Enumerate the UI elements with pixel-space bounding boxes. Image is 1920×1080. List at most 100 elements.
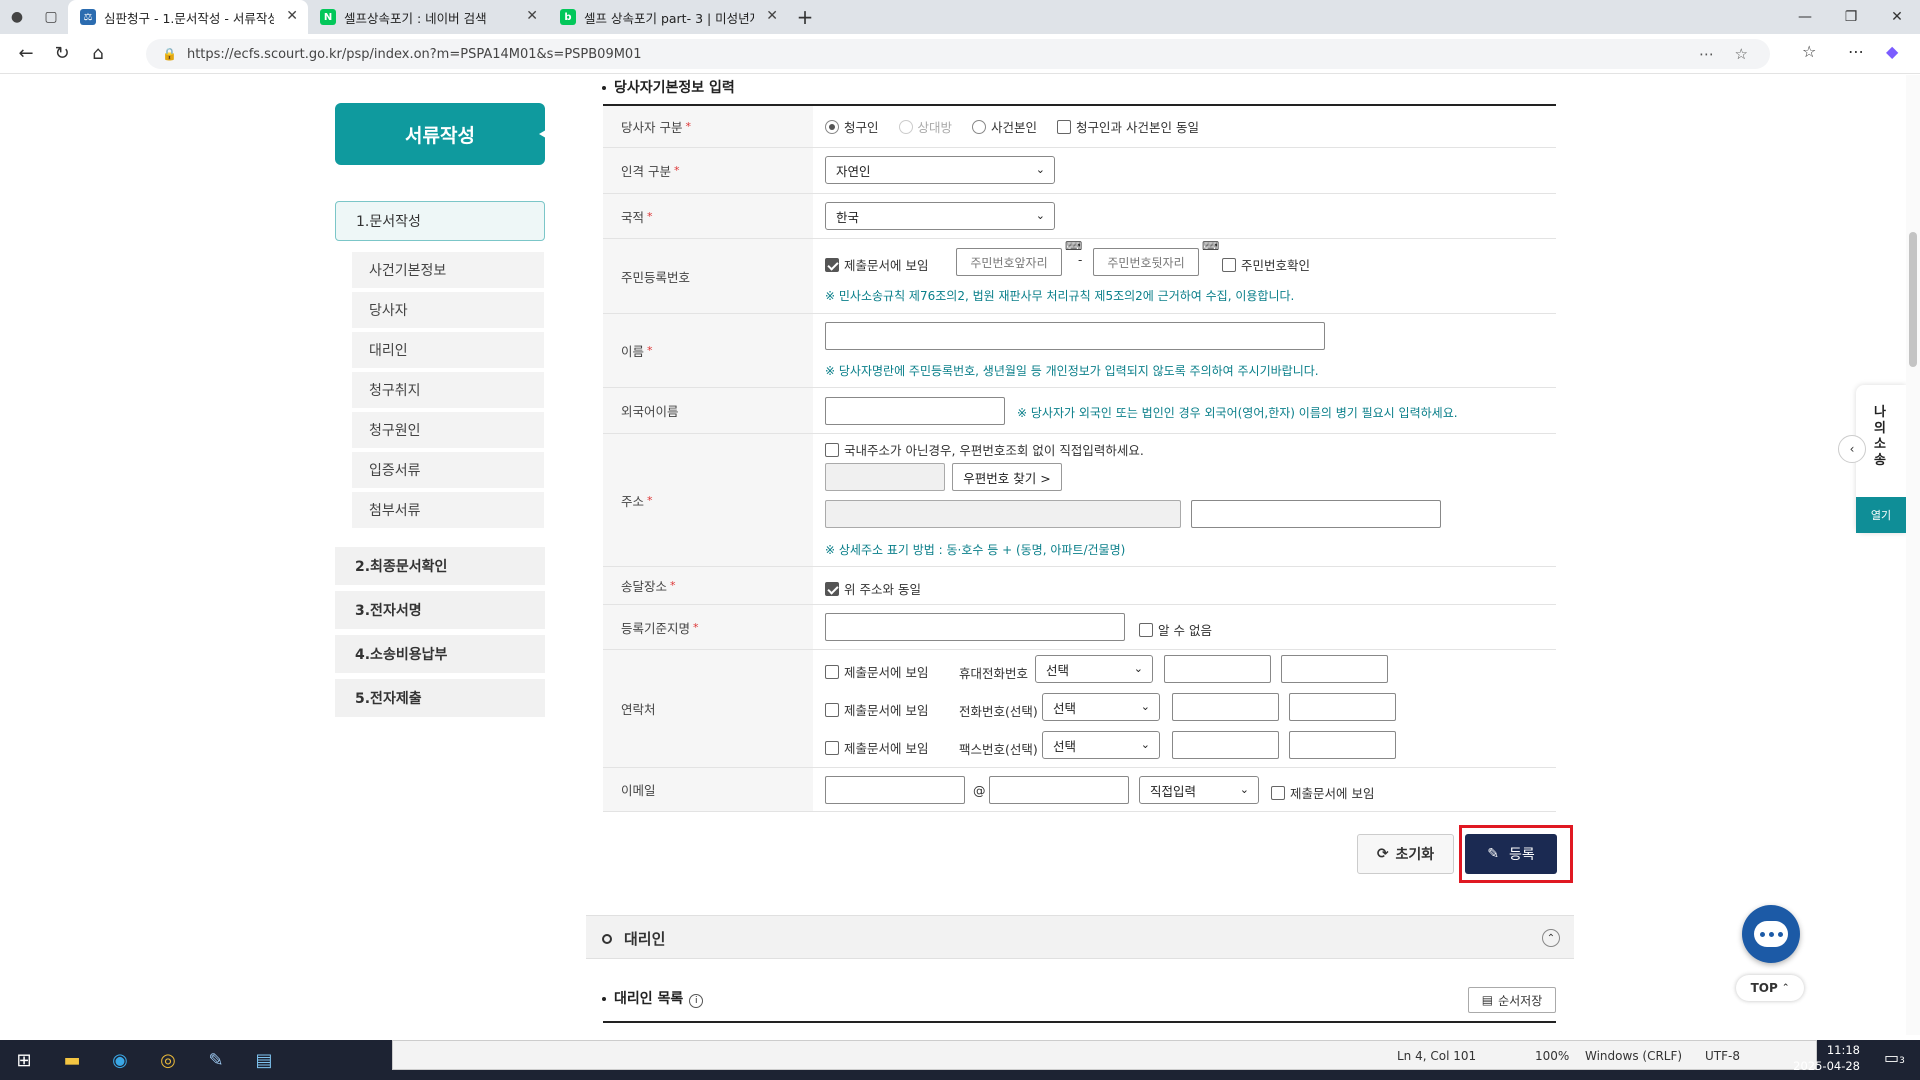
new-tab-icon[interactable]: + (788, 0, 822, 34)
select-person-type[interactable]: 자연인 ⌄ (825, 156, 1055, 184)
reset-button[interactable]: ⟳ 초기화 (1357, 834, 1454, 874)
paint-icon[interactable]: ✎ (192, 1040, 240, 1080)
address-bar[interactable]: 🔒 https://ecfs.scourt.go.kr/psp/index.on… (146, 39, 1770, 69)
chrome-icon[interactable]: ◎ (144, 1040, 192, 1080)
site-info-icon[interactable]: 🔒 (162, 47, 177, 61)
sidebar-step[interactable]: 2.최종문서확인 (335, 547, 545, 585)
check-delivery-same[interactable]: 위 주소와 동일 (825, 579, 921, 598)
chevron-left-icon[interactable]: ‹ (1838, 435, 1866, 463)
select-phone-prefix[interactable]: 선택 ⌄ (1042, 693, 1160, 721)
profile-icon[interactable]: ● (0, 0, 34, 34)
select-fax-prefix[interactable]: 선택 ⌄ (1042, 731, 1160, 759)
register-button[interactable]: ✎ 등록 (1465, 834, 1557, 874)
reg-base-input[interactable] (825, 613, 1125, 641)
browser-tab-1[interactable]: ⚖ 심판청구 - 1.문서작성 - 서류작성 ✕ (68, 0, 308, 34)
file-explorer-icon[interactable]: ▬ (48, 1040, 96, 1080)
email-id-input[interactable] (825, 776, 965, 804)
radio-claimant[interactable]: 청구인 (825, 117, 879, 136)
reading-mode-icon[interactable]: ⋯ (1699, 45, 1714, 63)
sidebar-subitem[interactable]: 사건기본정보 (352, 252, 544, 288)
mobile-last-input[interactable] (1281, 655, 1388, 683)
clock-time: 11:18 (1826, 1043, 1860, 1057)
check-direct-address[interactable]: 국내주소가 아닌경우, 우편번호조회 없이 직접입력하세요. (825, 440, 1144, 459)
check-email-show[interactable]: 제출문서에 보임 (1271, 783, 1374, 802)
address-detail-input[interactable] (1191, 500, 1441, 528)
system-clock[interactable]: 11:18 2025-04-28 (1793, 1042, 1860, 1074)
check-reg-unknown[interactable]: 알 수 없음 (1139, 620, 1212, 639)
check-fax-show[interactable]: 제출문서에 보임 (825, 738, 928, 757)
sidebar-subitem[interactable]: 입증서류 (352, 452, 544, 488)
radio-subject[interactable]: 사건본인 (972, 117, 1037, 136)
browser-tab-3[interactable]: b 셀프 상속포기 part- 3 | 미성년자 ✕ (548, 0, 788, 34)
sidebar-subitem[interactable]: 청구취지 (352, 372, 544, 408)
home-icon[interactable]: ⌂ (80, 43, 116, 64)
tab-title: 심판청구 - 1.문서작성 - 서류작성 (104, 10, 274, 26)
chatbot-button[interactable] (1742, 905, 1800, 963)
info-icon[interactable]: i (689, 994, 704, 1008)
sidebar-subitem[interactable]: 대리인 (352, 332, 544, 368)
select-email-domain[interactable]: 직접입력 ⌄ (1139, 776, 1259, 804)
page-scrollbar[interactable] (1906, 75, 1920, 1035)
favorite-star-icon[interactable]: ☆ (1735, 45, 1748, 63)
foreign-name-input[interactable] (825, 397, 1005, 425)
check-mobile-show[interactable]: 제출문서에 보임 (825, 662, 928, 681)
zip-input[interactable] (825, 463, 945, 491)
name-input[interactable] (825, 322, 1325, 350)
phone-last-input[interactable] (1289, 693, 1396, 721)
sidebar-subitem[interactable]: 청구원인 (352, 412, 544, 448)
my-lawsuit-panel[interactable]: 나의소송 열기 (1856, 385, 1906, 533)
agent-list-border (603, 1021, 1556, 1023)
notification-icon[interactable]: ▭3 (1884, 1048, 1910, 1074)
agent-accordion[interactable]: 대리인 ⌃ (586, 915, 1574, 959)
chevron-down-icon: ⌄ (1140, 700, 1150, 713)
sidebar-collapse-icon[interactable] (539, 127, 551, 141)
open-panel-button[interactable]: 열기 (1856, 497, 1906, 533)
close-tab-icon[interactable]: ✕ (526, 8, 538, 24)
check-phone-show[interactable]: 제출문서에 보임 (825, 700, 928, 719)
check-same-party[interactable]: 청구인과 사건본인 동일 (1057, 117, 1199, 136)
sidebar-step[interactable]: 5.전자제출 (335, 679, 545, 717)
close-window-icon[interactable]: ✕ (1874, 0, 1920, 34)
keyboard-icon[interactable]: ⌨ (1202, 239, 1219, 253)
refresh-icon[interactable]: ↻ (44, 43, 80, 64)
check-rrn-show[interactable]: 제출문서에 보임 (825, 255, 928, 274)
fax-mid-input[interactable] (1172, 731, 1279, 759)
top-button[interactable]: TOP ⌃ (1736, 975, 1804, 1001)
select-mobile-prefix[interactable]: 선택 ⌄ (1035, 655, 1153, 683)
rrn-back-input[interactable]: 주민번호뒷자리 (1093, 248, 1199, 276)
tab-actions-icon[interactable]: ▢ (34, 0, 68, 34)
sidebar-step[interactable]: 4.소송비용납부 (335, 635, 545, 673)
address-input[interactable] (825, 500, 1181, 528)
browser-tab-2[interactable]: N 셀프상속포기 : 네이버 검색 ✕ (308, 0, 548, 34)
foreign-name-note: ※ 당사자가 외국인 또는 법인인 경우 외국어(영어,한자) 이름의 병기 필… (1017, 406, 1458, 420)
radio-opponent[interactable]: 상대방 (898, 117, 952, 136)
section-title: 당사자기본정보 입력 (602, 77, 735, 97)
email-domain-input[interactable] (989, 776, 1129, 804)
mobile-mid-input[interactable] (1164, 655, 1271, 683)
browser-tab-bar: ● ▢ ⚖ 심판청구 - 1.문서작성 - 서류작성 ✕ N 셀프상속포기 : … (0, 0, 1920, 34)
rrn-front-input[interactable]: 주민번호앞자리 (956, 248, 1062, 276)
windows-start-icon[interactable]: ⊞ (0, 1040, 48, 1080)
favorites-icon[interactable]: ☆ (1802, 42, 1816, 61)
notepad-icon[interactable]: ▤ (240, 1040, 288, 1080)
close-tab-icon[interactable]: ✕ (286, 8, 298, 24)
sidebar-subitem[interactable]: 당사자 (352, 292, 544, 328)
edge-icon[interactable]: ◉ (96, 1040, 144, 1080)
sidebar-subitem[interactable]: 첨부서류 (352, 492, 544, 528)
sidebar-step-active[interactable]: 1.문서작성 (335, 201, 545, 241)
more-menu-icon[interactable]: ⋯ (1848, 42, 1864, 61)
chevron-up-icon[interactable]: ⌃ (1542, 929, 1560, 947)
copilot-icon[interactable]: ◆ (1886, 42, 1898, 61)
select-nationality[interactable]: 한국 ⌄ (825, 202, 1055, 230)
fax-last-input[interactable] (1289, 731, 1396, 759)
minimize-icon[interactable]: — (1782, 0, 1828, 34)
keyboard-icon[interactable]: ⌨ (1065, 239, 1082, 253)
zip-search-button[interactable]: 우편번호 찾기 > (952, 463, 1062, 491)
save-order-button[interactable]: ▤ 순서저장 (1468, 987, 1556, 1013)
restore-icon[interactable]: ❐ (1828, 0, 1874, 34)
back-icon[interactable]: ← (8, 43, 44, 64)
phone-mid-input[interactable] (1172, 693, 1279, 721)
close-tab-icon[interactable]: ✕ (766, 8, 778, 24)
check-rrn-confirm[interactable]: 주민번호확인 (1222, 255, 1310, 274)
sidebar-step[interactable]: 3.전자서명 (335, 591, 545, 629)
